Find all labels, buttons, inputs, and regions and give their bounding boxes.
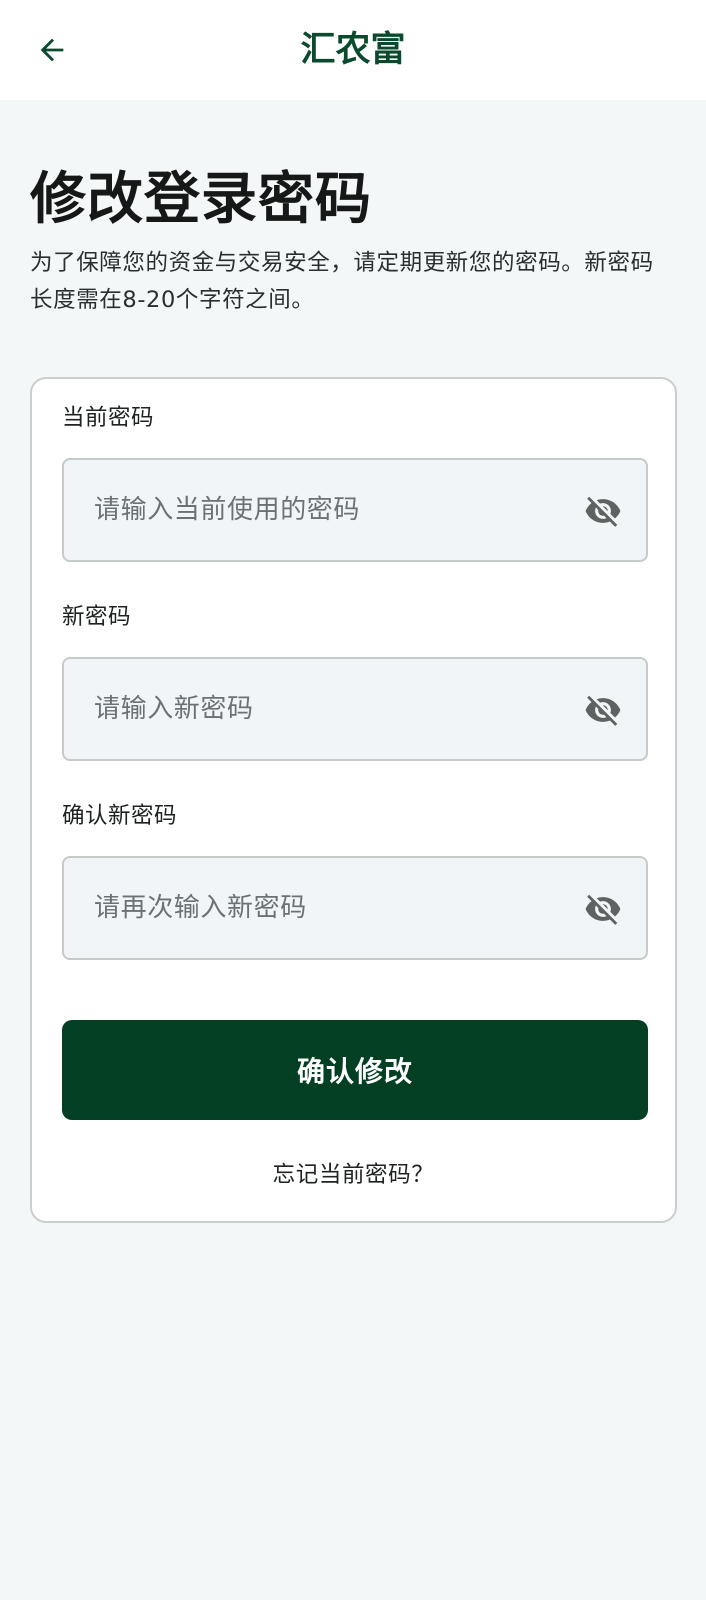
confirm-password-field xyxy=(62,856,648,960)
app-header: 汇农富 xyxy=(0,0,706,100)
eye-off-icon xyxy=(585,695,621,726)
app-title: 汇农富 xyxy=(300,30,406,70)
current-password-label: 当前密码 xyxy=(62,405,155,431)
page-title: 修改登录密码 xyxy=(30,167,372,232)
new-password-field xyxy=(62,657,648,761)
eye-off-icon xyxy=(585,496,621,527)
current-password-input[interactable] xyxy=(64,460,646,560)
confirm-password-label: 确认新密码 xyxy=(62,803,178,829)
current-password-field xyxy=(62,458,648,562)
confirm-password-visibility-toggle[interactable] xyxy=(584,890,622,928)
forgot-password-link[interactable]: 忘记当前密码？ xyxy=(32,1160,675,1190)
eye-off-icon xyxy=(585,894,621,925)
confirm-change-button[interactable]: 确认修改 xyxy=(62,1020,648,1120)
back-button[interactable] xyxy=(30,28,74,72)
arrow-left-icon xyxy=(40,38,64,62)
page-description: 为了保障您的资金与交易安全，请定期更新您的密码。新密码长度需在8-20个字符之间… xyxy=(30,250,654,313)
password-form-card: 当前密码 新密码 确认新密码 确认修改 忘记当前密码？ xyxy=(30,377,677,1223)
new-password-input[interactable] xyxy=(64,659,646,759)
new-password-visibility-toggle[interactable] xyxy=(584,691,622,729)
new-password-label: 新密码 xyxy=(62,604,132,630)
confirm-password-input[interactable] xyxy=(64,858,646,958)
current-password-visibility-toggle[interactable] xyxy=(584,492,622,530)
